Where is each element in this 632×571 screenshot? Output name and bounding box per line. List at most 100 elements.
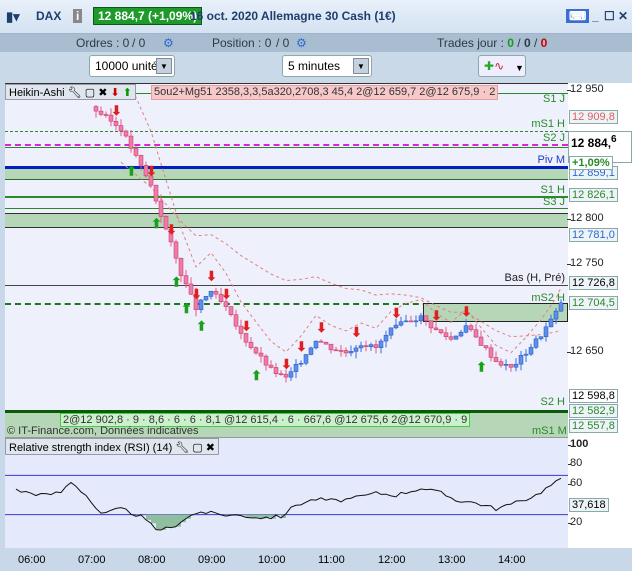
trades-today: Trades jour : 0 / 0 / 0 bbox=[437, 36, 548, 50]
time-label: 09:00 bbox=[198, 554, 226, 566]
candle bbox=[483, 345, 489, 349]
arrow-up-icon[interactable]: ⬆ bbox=[123, 87, 132, 99]
sell-arrow-icon: ⬇ bbox=[316, 320, 327, 335]
candle bbox=[248, 341, 254, 348]
candlestick-icon[interactable]: ▮▾ bbox=[6, 9, 20, 25]
axis-tick: 12 750 bbox=[567, 257, 604, 269]
position-total: / 0 bbox=[276, 36, 290, 50]
candle bbox=[408, 320, 414, 323]
orders-count: Ordres : 0 bbox=[76, 36, 130, 50]
wrench-icon[interactable]: 🔧︎ bbox=[68, 87, 82, 99]
sell-arrow-icon: ⬇ bbox=[431, 308, 442, 323]
sell-arrow-icon: ⬇ bbox=[391, 305, 402, 320]
candle bbox=[453, 335, 459, 340]
indicator-header: Heikin-Ashi 🔧︎ ▢ ✖ ⬇ ⬆ bbox=[5, 84, 136, 100]
candle bbox=[378, 340, 384, 348]
keyboard-icon[interactable]: ⌨ bbox=[566, 9, 590, 23]
candle bbox=[403, 320, 409, 323]
interval-select[interactable]: 5 minutes ▼ bbox=[282, 55, 372, 77]
candle bbox=[333, 349, 339, 352]
rsi-tick: 80 bbox=[566, 457, 583, 469]
symbol-label[interactable]: DAX bbox=[36, 9, 61, 23]
candle bbox=[363, 345, 369, 348]
close-icon[interactable]: ✕ bbox=[618, 9, 628, 23]
candle bbox=[503, 364, 509, 366]
candle bbox=[123, 130, 129, 137]
trades-win: 0 bbox=[507, 36, 514, 50]
maximize-icon[interactable]: ☐ bbox=[604, 9, 615, 23]
candle bbox=[558, 302, 564, 312]
candle bbox=[383, 334, 389, 342]
time-label: 14:00 bbox=[498, 554, 526, 566]
time-label: 13:00 bbox=[438, 554, 466, 566]
info-icon[interactable]: i bbox=[73, 9, 83, 23]
rsi-header: Relative strength index (RSI) (14) 🔧︎ ▢ … bbox=[5, 438, 220, 455]
sell-arrow-icon: ⬇ bbox=[241, 318, 252, 333]
time-label: 07:00 bbox=[78, 554, 106, 566]
sell-arrow-icon: ⬇ bbox=[191, 286, 202, 301]
candle bbox=[533, 338, 539, 348]
candle bbox=[153, 184, 159, 202]
position-count: Position : 0 bbox=[212, 36, 272, 50]
chevron-down-icon[interactable]: ▼ bbox=[510, 60, 524, 82]
close-icon[interactable]: ✖ bbox=[98, 87, 107, 99]
rsi-value: 37,618 bbox=[569, 498, 609, 512]
candle bbox=[448, 336, 454, 340]
close-icon[interactable]: ✖ bbox=[206, 442, 215, 454]
price-badge: 12 884,7 (+1,09%) bbox=[93, 7, 203, 25]
minimize-icon[interactable]: _ bbox=[592, 9, 599, 23]
candle bbox=[288, 371, 294, 378]
candle bbox=[283, 373, 289, 378]
gear-icon[interactable]: ⚙ bbox=[296, 36, 307, 50]
price-label: 12 557,8 bbox=[569, 419, 618, 433]
candle bbox=[268, 364, 274, 368]
candle bbox=[423, 315, 429, 322]
last-price: 12 884, bbox=[571, 136, 612, 150]
candle bbox=[293, 363, 299, 372]
title-bar: ▮▾ DAX i 12 884,7 (+1,09%) 16 oct. 2020 … bbox=[0, 0, 632, 34]
sell-arrow-icon: ⬇ bbox=[111, 103, 122, 118]
candle bbox=[553, 310, 559, 320]
indicator-name: Heikin-Ashi bbox=[9, 87, 65, 99]
candle bbox=[338, 350, 344, 352]
gear-icon[interactable]: ⚙ bbox=[163, 36, 174, 50]
trades-loss: 0 bbox=[540, 36, 548, 50]
window-icon[interactable]: ▢ bbox=[85, 87, 95, 99]
level-label: mS1 M bbox=[532, 425, 567, 437]
buy-arrow-icon: ⬆ bbox=[251, 368, 262, 383]
sell-arrow-icon: ⬇ bbox=[296, 339, 307, 354]
chevron-down-icon: ▼ bbox=[156, 58, 172, 74]
candle bbox=[523, 353, 529, 356]
trading-bar: Ordres : 0 / 0 ⚙ Position : 0 / 0 ⚙ Trad… bbox=[0, 34, 632, 52]
candle bbox=[433, 327, 439, 330]
rsi-line bbox=[15, 477, 562, 531]
buy-arrow-icon: ⬆ bbox=[171, 275, 182, 290]
candle bbox=[303, 354, 309, 364]
arrow-down-icon[interactable]: ⬇ bbox=[110, 87, 119, 99]
candle bbox=[548, 318, 554, 328]
rsi-tick: 100 bbox=[566, 438, 589, 450]
candle bbox=[133, 148, 139, 156]
candle bbox=[103, 114, 109, 116]
quantity-select[interactable]: 10000 unités ▼ bbox=[89, 55, 175, 77]
rsi-oversold-fill bbox=[136, 514, 286, 531]
sell-arrow-icon: ⬇ bbox=[221, 286, 232, 301]
order-tags-top[interactable]: 5ou2+Mg51 2358,3,3,5a320,2708,3 45,4 2@1… bbox=[151, 85, 499, 100]
price-chart[interactable]: S1 J mS1 H S2 J Piv M S1 H S3 J Bas (H, … bbox=[5, 83, 568, 413]
interval-value: 5 minutes bbox=[288, 59, 341, 73]
wrench-icon[interactable]: 🔧︎ bbox=[175, 442, 189, 454]
candle bbox=[178, 257, 184, 276]
trades-even: 0 bbox=[523, 36, 531, 50]
price-label: 12 704,5 bbox=[569, 296, 618, 310]
candle bbox=[348, 351, 354, 354]
candle bbox=[318, 340, 324, 343]
candle bbox=[343, 350, 349, 354]
window-icon[interactable]: ▢ bbox=[192, 442, 202, 454]
candle bbox=[538, 336, 544, 340]
price-label: 12 781,0 bbox=[569, 228, 618, 242]
candle bbox=[233, 314, 239, 327]
candle bbox=[258, 352, 264, 357]
candle bbox=[418, 315, 424, 322]
trades-label: Trades jour : bbox=[437, 36, 508, 50]
axis-tick: 12 950 bbox=[567, 83, 604, 95]
